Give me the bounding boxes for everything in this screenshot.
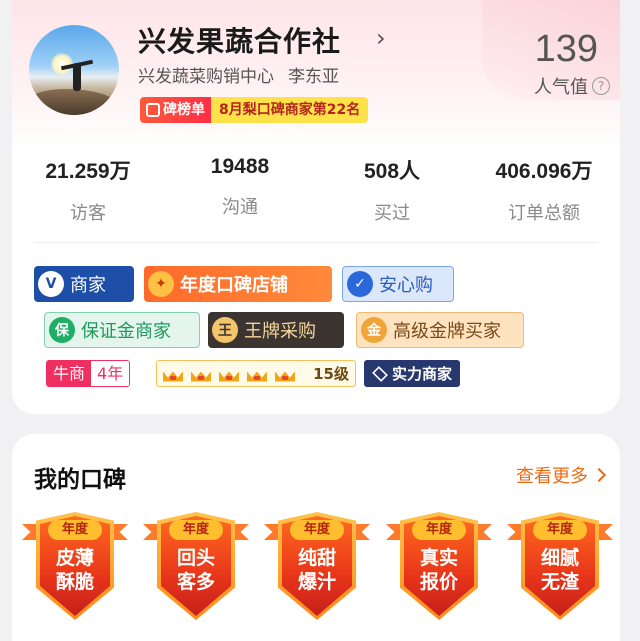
badge-year-label: 年度 <box>533 520 587 540</box>
badge-text: 回头 客多 <box>163 546 229 594</box>
badge-year-label: 年度 <box>169 520 223 540</box>
rank-icon <box>146 103 160 117</box>
avatar[interactable] <box>29 25 119 115</box>
tag-label: 王牌采购 <box>244 321 316 342</box>
view-more-text: 查看更多 <box>516 466 588 487</box>
badge-line: 回头 <box>176 547 215 569</box>
crown-icon <box>275 366 295 382</box>
badge-text: 真实 报价 <box>406 546 472 594</box>
popularity-value: 139 <box>534 28 598 70</box>
reputation-card: 我的口碑 查看更多 年度 皮薄 酥脆 年度 回头 客多 年度 纯甜 爆汁 年度 真实报… <box>12 434 620 641</box>
badge-line: 客多 <box>176 571 215 593</box>
stat-value: 406.096万 <box>495 160 593 183</box>
deposit-icon: 保 <box>49 317 75 343</box>
avatar-person <box>73 63 81 91</box>
diamond-icon <box>372 365 388 382</box>
popularity-label[interactable]: 人气值 ? <box>534 73 610 99</box>
tag-label: 安心购 <box>379 275 433 296</box>
badge-text: 皮薄 酥脆 <box>42 546 108 594</box>
tag-annual-reputation[interactable]: ✦ 年度口碑店铺 <box>144 266 332 302</box>
badge-year-label: 年度 <box>412 520 466 540</box>
avatar-rock <box>29 89 119 115</box>
badge-text: 纯甜 爆汁 <box>284 546 350 594</box>
rank-label-text: 碑榜单 <box>163 102 205 118</box>
shop-header-card: 兴发果蔬合作社 › 兴发蔬菜购销中心 李东亚 碑榜单 8月梨口碑商家第22名 13… <box>12 0 620 414</box>
popularity-label-text: 人气值 <box>534 77 588 98</box>
tag-gold-buyer[interactable]: 金 高级金牌买家 <box>356 312 524 348</box>
badge-line: 酥脆 <box>55 571 94 593</box>
shield-check-icon: ✓ <box>347 271 373 297</box>
tag-crown-level[interactable]: 15级 <box>156 360 356 387</box>
rank-badge[interactable]: 碑榜单 8月梨口碑商家第22名 <box>140 97 369 123</box>
view-more-link[interactable]: 查看更多 <box>516 462 607 488</box>
crown-level-text: 15级 <box>313 365 349 383</box>
stat-value: 508人 <box>363 160 421 183</box>
stat-value: 19488 <box>210 155 270 178</box>
tag-niu-merchant[interactable]: 牛商 4年 <box>46 360 131 387</box>
badge-text: 细腻 无渣 <box>527 546 593 594</box>
shop-person: 李东亚 <box>288 67 339 87</box>
medal-icon: ✦ <box>148 271 174 297</box>
stat-label: 订单总额 <box>508 203 580 224</box>
v-icon: V <box>38 271 64 297</box>
shop-subtitle: 兴发蔬菜购销中心 李东亚 <box>138 62 353 87</box>
stat-visitors: 21.259万 访客 <box>12 155 164 225</box>
badge-year-label: 年度 <box>290 520 344 540</box>
tag-strength-merchant[interactable]: 实力商家 <box>364 360 461 387</box>
shop-org: 兴发蔬菜购销中心 <box>138 67 274 87</box>
crown-icon <box>163 366 183 382</box>
tag-label: 保证金商家 <box>81 321 171 342</box>
tag-label: 年度口碑店铺 <box>180 275 288 296</box>
chevron-right-icon <box>591 467 607 483</box>
stat-label: 沟通 <box>222 197 258 218</box>
niu-years: 4年 <box>91 361 130 386</box>
crown-icon <box>191 366 211 382</box>
shop-name[interactable]: 兴发果蔬合作社 <box>138 20 341 60</box>
reputation-badge[interactable]: 年度 纯甜 爆汁 <box>262 510 372 636</box>
tag-deposit-merchant[interactable]: 保 保证金商家 <box>44 312 200 348</box>
crown-icon <box>247 366 267 382</box>
tag-label: 实力商家 <box>392 365 453 383</box>
badge-year-label: 年度 <box>48 520 102 540</box>
stat-value: 21.259万 <box>45 160 131 183</box>
section-title: 我的口碑 <box>34 467 126 493</box>
divider <box>34 242 598 243</box>
tag-ace-purchase[interactable]: 王 王牌采购 <box>208 312 344 348</box>
reputation-badge[interactable]: 年度 细腻 无渣 <box>505 510 615 636</box>
king-icon: 王 <box>212 317 238 343</box>
reputation-badge[interactable]: 年度 回头 客多 <box>141 510 251 636</box>
reputation-badge[interactable]: 年度 真实 报价 <box>384 510 494 636</box>
reputation-badge[interactable]: 年度 皮薄 酥脆 <box>20 510 130 636</box>
badge-line: 皮薄 <box>55 547 94 569</box>
stat-order-total: 406.096万 订单总额 <box>468 155 620 225</box>
badge-line: 爆汁 <box>297 571 336 593</box>
badge-line: 真实 <box>419 547 458 569</box>
tag-merchant[interactable]: V 商家 <box>34 266 134 302</box>
tag-safe-purchase[interactable]: ✓ 安心购 <box>342 266 454 302</box>
badge-line: 细腻 <box>540 547 579 569</box>
stat-label: 访客 <box>70 203 106 224</box>
badge-line: 报价 <box>419 571 458 593</box>
niu-label: 牛商 <box>47 361 92 386</box>
tag-label: 高级金牌买家 <box>393 321 501 342</box>
badge-line: 无渣 <box>540 571 579 593</box>
gold-medal-icon: 金 <box>361 317 387 343</box>
rank-text: 8月梨口碑商家第22名 <box>211 97 369 123</box>
badge-line: 纯甜 <box>297 547 336 569</box>
stat-buyers: 508人 买过 <box>316 155 468 225</box>
help-icon[interactable]: ? <box>592 77 610 95</box>
tag-label: 商家 <box>70 275 106 296</box>
chevron-right-icon[interactable]: › <box>376 24 386 52</box>
rank-label: 碑榜单 <box>140 97 211 123</box>
stat-communications: 19488 沟通 <box>164 155 316 225</box>
stats-row: 21.259万 访客 19488 沟通 508人 买过 406.096万 订单总… <box>12 155 620 225</box>
stat-label: 买过 <box>374 203 410 224</box>
crown-icon <box>219 366 239 382</box>
